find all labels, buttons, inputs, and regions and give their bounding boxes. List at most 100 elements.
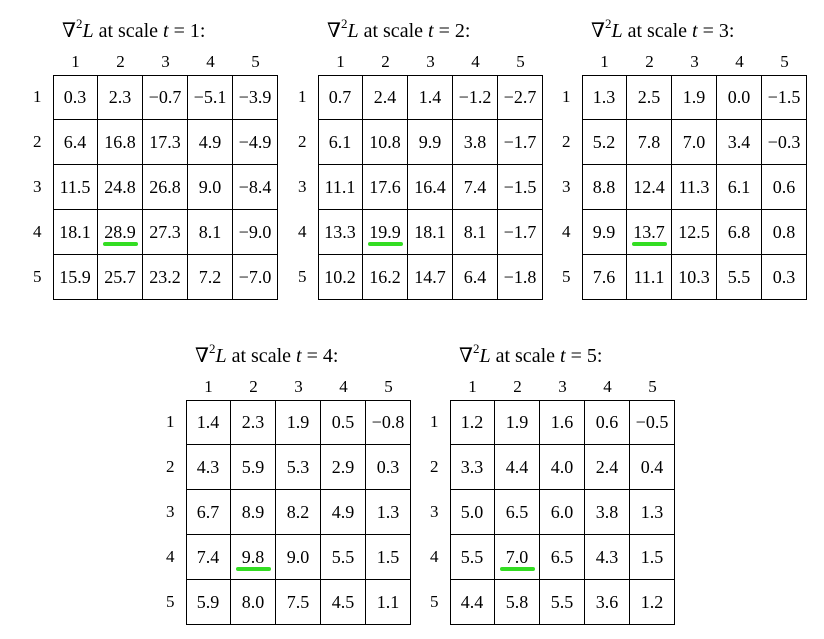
table-cell: 1.9 [276,400,321,445]
table-cell: 16.2 [363,255,408,300]
table-cell: 17.6 [363,165,408,210]
table-cell: 9.9 [408,120,453,165]
max-value-underline [236,567,271,571]
table-cell: 6.5 [495,490,540,535]
row-header: 4 [166,547,175,566]
table-cell: 14.7 [408,255,453,300]
table-cell: 5.9 [186,580,231,625]
nabla-symbol: ∇ [327,18,341,42]
table-cell: 3.6 [585,580,630,625]
table-cell: 6.7 [186,490,231,535]
column-header: 1 [71,52,80,71]
table-title: ∇2L at scale t = 1: [62,17,206,43]
table-cell: 6.5 [540,535,585,580]
table-cell: 28.9 [98,210,143,255]
column-header: 2 [381,52,390,71]
column-header: 3 [426,52,435,71]
column-header: 5 [780,52,789,71]
table-cell: 6.1 [717,165,762,210]
row-header: 3 [298,177,307,196]
table-cell: 5.8 [495,580,540,625]
table-cell: 5.5 [321,535,366,580]
scale-param: t [163,20,169,42]
table-cell: 7.5 [276,580,321,625]
max-value-underline [632,242,667,246]
title-text: at scale [627,20,687,42]
scale-value: = 2: [438,20,471,42]
column-header: 5 [384,377,393,396]
scale-value: = 3: [702,20,735,42]
max-value-underline [500,567,535,571]
table-cell: 3.3 [450,445,495,490]
nabla-symbol: ∇ [62,18,76,42]
table-cell: 8.2 [276,490,321,535]
row-header: 4 [298,222,307,241]
scale-param: t [560,345,566,367]
nabla-symbol: ∇ [195,343,209,367]
table-cell: 12.5 [672,210,717,255]
table-cell: 17.3 [143,120,188,165]
table-cell: 8.9 [231,490,276,535]
table-cell: −1.5 [762,75,807,120]
table-cell: −9.0 [233,210,278,255]
scale-value: = 1: [173,20,206,42]
table-cell: 11.3 [672,165,717,210]
row-header: 5 [562,267,571,286]
row-header: 3 [166,502,175,521]
value-grid: 0.7 2.4 1.4 −1.2 −2.7 6.1 10.8 9.9 3.8 −1.7 11.1 17… [318,75,543,300]
row-header: 2 [298,132,307,151]
row-header: 3 [33,177,42,196]
table-cell: 16.4 [408,165,453,210]
table-cell: 7.4 [186,535,231,580]
table-cell: 24.8 [98,165,143,210]
table-cell: −1.7 [498,210,543,255]
table-cell: 5.2 [582,120,627,165]
table-cell: 4.4 [495,445,540,490]
table-cell: 15.9 [53,255,98,300]
title-text: at scale [231,345,291,367]
column-header: 3 [161,52,170,71]
table-cell: −2.7 [498,75,543,120]
table-cell: 4.9 [321,490,366,535]
column-header: 2 [116,52,125,71]
row-header: 5 [298,267,307,286]
row-header: 3 [430,502,439,521]
table-cell: 2.4 [585,445,630,490]
row-header: 2 [562,132,571,151]
table-cell: 5.5 [717,255,762,300]
table-cell: −1.8 [498,255,543,300]
table-cell: 9.0 [188,165,233,210]
value-grid: 1.2 1.9 1.6 0.6 −0.5 3.3 4.4 4.0 2.4 0.4 5.0 6.5 6.0… [450,400,675,625]
table-cell: 3.8 [585,490,630,535]
table-cell: 1.9 [672,75,717,120]
variable-name: L [479,345,491,367]
table-cell: 10.3 [672,255,717,300]
table-cell: 8.0 [231,580,276,625]
table-cell: 13.7 [627,210,672,255]
scale-param: t [692,20,698,42]
table-cell: 9.0 [276,535,321,580]
table-cell: 11.1 [318,165,363,210]
table-cell: 12.4 [627,165,672,210]
table-cell: 6.4 [53,120,98,165]
row-header: 1 [33,87,42,106]
column-header: 4 [339,377,348,396]
column-header: 3 [690,52,699,71]
table-cell: 1.4 [408,75,453,120]
table-cell: 0.3 [53,75,98,120]
row-header: 5 [430,592,439,611]
column-header: 1 [336,52,345,71]
table-cell: 7.0 [672,120,717,165]
table-cell: 1.6 [540,400,585,445]
scale-param: t [296,345,302,367]
table-cell: 6.1 [318,120,363,165]
table-cell: 7.2 [188,255,233,300]
row-header: 4 [562,222,571,241]
table-cell: 1.1 [366,580,411,625]
table-cell: 26.8 [143,165,188,210]
table-cell: 2.4 [363,75,408,120]
row-header: 2 [430,457,439,476]
table-title: ∇2L at scale t = 4: [195,342,338,368]
table-cell: 6.4 [453,255,498,300]
table-cell: −8.4 [233,165,278,210]
